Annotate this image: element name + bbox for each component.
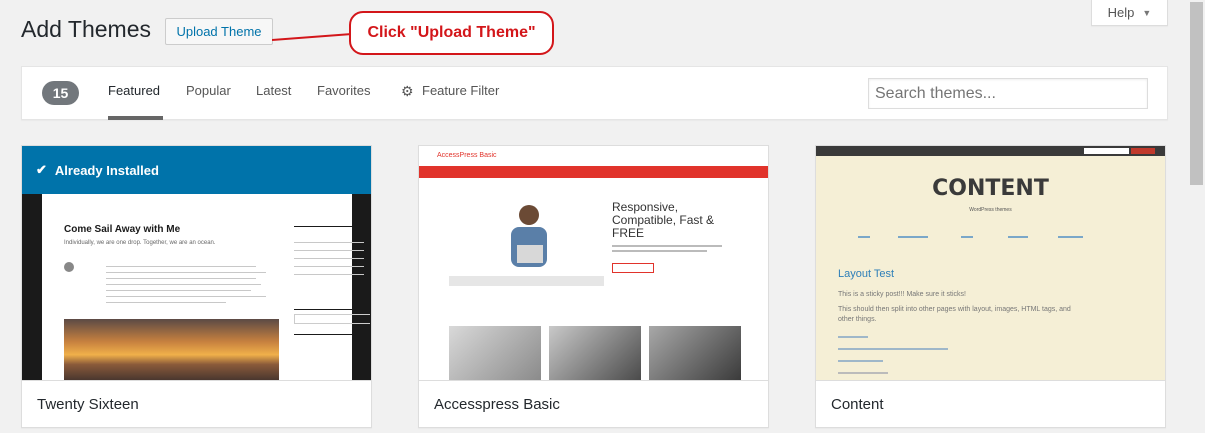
feature-filter-link[interactable]: Feature Filter: [422, 83, 499, 98]
scrollbar-thumb[interactable]: [1190, 2, 1203, 185]
preview-post-line: This is a sticky post!!! Make sure it st…: [838, 291, 966, 298]
preview-site-title: Come Sail Away with Me: [64, 224, 181, 235]
search-themes-input[interactable]: [868, 78, 1148, 109]
preview-thumb-3: [649, 326, 741, 380]
tab-popular[interactable]: Popular: [186, 83, 231, 98]
active-tab-indicator: [108, 116, 163, 120]
preview-nav-bar: [419, 166, 768, 178]
theme-card-twenty-sixteen[interactable]: Come Sail Away with Me Individually, we …: [21, 145, 372, 428]
preview-logo: AccessPress Basic: [437, 152, 497, 159]
tab-latest[interactable]: Latest: [256, 83, 291, 98]
theme-name: Content: [831, 396, 884, 413]
preview-hero: [419, 178, 768, 308]
callout-pointer: [272, 33, 352, 41]
theme-name: Twenty Sixteen: [37, 396, 139, 413]
preview-post-line: other things.: [838, 316, 877, 323]
theme-screenshot[interactable]: AccessPress Basic Responsive, Compatible…: [419, 146, 768, 380]
tab-favorites[interactable]: Favorites: [317, 83, 370, 98]
preview-tagline: WordPress themes: [969, 207, 1012, 213]
preview-sunset-image: [64, 319, 279, 380]
caret-down-icon: ▼: [1142, 7, 1152, 18]
theme-screenshot[interactable]: Come Sail Away with Me Individually, we …: [22, 146, 371, 380]
theme-name: Accesspress Basic: [434, 396, 560, 413]
page-title: Add Themes: [21, 16, 151, 42]
theme-name-bar[interactable]: Twenty Sixteen: [22, 380, 371, 427]
preview-nav: [858, 236, 1083, 238]
help-button[interactable]: Help ▼: [1091, 0, 1168, 26]
preview-person-image: [511, 205, 547, 267]
preview-desk: [449, 276, 604, 286]
preview-post-line: This should then split into other pages …: [838, 306, 1071, 313]
upload-theme-callout: Click "Upload Theme": [349, 11, 554, 55]
checkmark-icon: ✔: [36, 162, 47, 177]
preview-page: Come Sail Away with Me Individually, we …: [42, 194, 370, 380]
theme-name-bar[interactable]: Content: [816, 380, 1165, 427]
upload-theme-button[interactable]: Upload Theme: [165, 18, 273, 45]
theme-filter-bar: 15 Featured Popular Latest Favorites ⚙ F…: [21, 66, 1168, 120]
gear-icon[interactable]: ⚙: [401, 83, 414, 100]
installed-label: Already Installed: [54, 162, 159, 178]
theme-name-bar[interactable]: Accesspress Basic: [419, 380, 768, 427]
help-label: Help: [1107, 5, 1135, 20]
already-installed-banner: ✔ Already Installed: [22, 146, 371, 194]
preview-top-bar: [816, 146, 1165, 156]
preview-site-title: CONTENT: [932, 176, 1049, 201]
theme-card-content[interactable]: CONTENT WordPress themes Layout Test Thi…: [815, 145, 1166, 428]
theme-count-badge: 15: [42, 81, 79, 105]
preview-post-title: Layout Test: [838, 268, 895, 280]
theme-card-accesspress-basic[interactable]: AccessPress Basic Responsive, Compatible…: [418, 145, 769, 428]
preview-thumb-2: [549, 326, 641, 380]
theme-screenshot[interactable]: CONTENT WordPress themes Layout Test Thi…: [816, 146, 1165, 380]
preview-thumb-1: [449, 326, 541, 380]
preview-tagline: Individually, we are one drop. Together,…: [64, 240, 216, 246]
preview-headline: Responsive, Compatible, Fast & FREE: [612, 200, 715, 240]
preview-cta-button: [612, 263, 654, 273]
tab-featured[interactable]: Featured: [108, 83, 160, 98]
